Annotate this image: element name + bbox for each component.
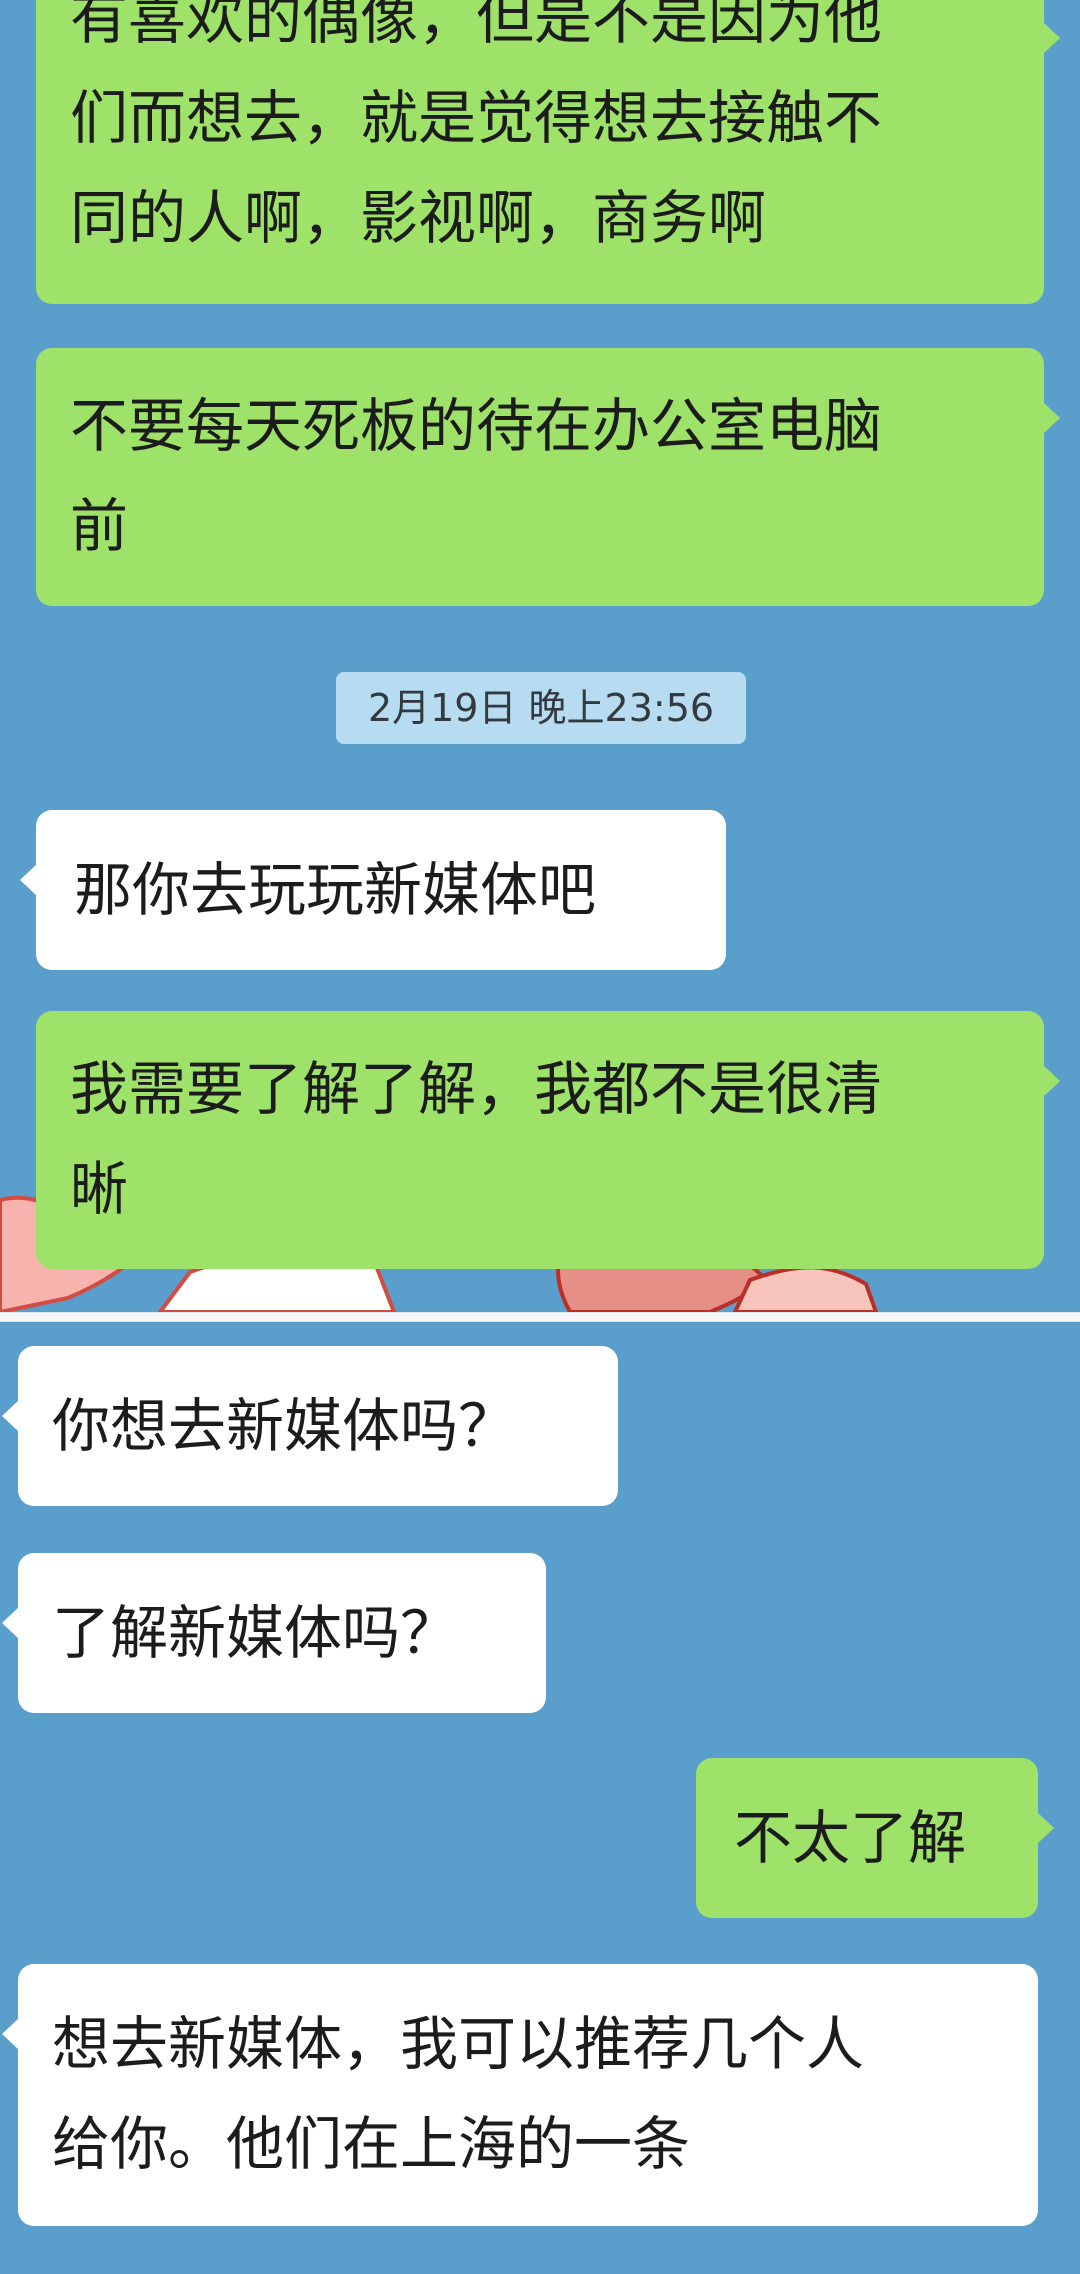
message-outgoing-1[interactable]: 有喜欢的偶像，但是不是因为他 们而想去，就是觉得想去接触不 同的人啊，影视啊，商… <box>36 0 1060 304</box>
message-incoming-4[interactable]: 想去新媒体，我可以推荐几个人 给你。他们在上海的一条 <box>2 1964 1038 2226</box>
message-incoming-1[interactable]: 那你去玩玩新媒体吧 <box>20 810 726 970</box>
message-outgoing-3[interactable]: 我需要了解了解，我都不是很清 晰 <box>36 1011 1060 1269</box>
message-outgoing-2[interactable]: 不要每天死板的待在办公室电脑 前 <box>36 348 1060 606</box>
chat-timestamp: 2月19日 晚上23:56 <box>336 672 746 744</box>
message-incoming-3[interactable]: 了解新媒体吗？ <box>2 1553 546 1713</box>
chat-panel-top[interactable]: 有喜欢的偶像，但是不是因为他 们而想去，就是觉得想去接触不 同的人啊，影视啊，商… <box>0 0 1080 1312</box>
message-incoming-2[interactable]: 你想去新媒体吗？ <box>2 1346 618 1506</box>
chat-panel-bottom[interactable]: 你想去新媒体吗？ 了解新媒体吗？ 不太了解 想去新媒体，我可以推荐几个人 给你。… <box>0 1322 1080 2274</box>
screenshot-separator <box>0 1312 1080 1322</box>
message-outgoing-4[interactable]: 不太了解 <box>696 1758 1054 1918</box>
chat-screenshot: 有喜欢的偶像，但是不是因为他 们而想去，就是觉得想去接触不 同的人啊，影视啊，商… <box>0 0 1080 2274</box>
